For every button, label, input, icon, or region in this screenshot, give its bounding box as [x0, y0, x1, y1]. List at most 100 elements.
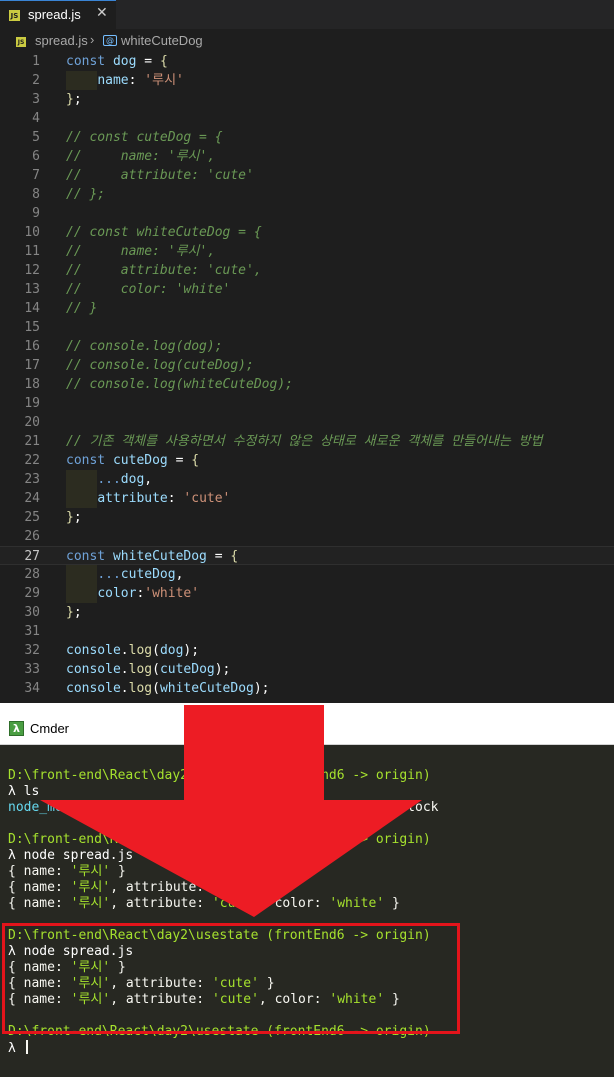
close-icon[interactable]: ✕ — [96, 5, 108, 21]
code-text: attribute: 'cute' — [66, 489, 230, 508]
code-line[interactable]: 15 — [0, 318, 614, 337]
terminal-token: spread.js — [234, 800, 322, 815]
terminal-token: λ node spread.js — [8, 944, 134, 959]
code-line[interactable]: 10 // const whiteCuteDog = { — [0, 223, 614, 242]
code-line[interactable]: 28 ...cuteDog, — [0, 565, 614, 584]
code-line[interactable]: 25}; — [0, 508, 614, 527]
code-line[interactable]: 11 // name: '루시', — [0, 242, 614, 261]
code-line[interactable]: 13 // color: 'white' — [0, 280, 614, 299]
code-line[interactable]: 14 // } — [0, 299, 614, 318]
code-line[interactable]: 30}; — [0, 603, 614, 622]
code-line[interactable]: 12 // attribute: 'cute', — [0, 261, 614, 280]
code-token: . — [120, 643, 129, 658]
code-line[interactable]: 6 // name: '루시', — [0, 147, 614, 166]
code-text: // 기존 객체를 사용하면서 수정하지 않은 상태로 새로운 객체를 만들어내… — [66, 432, 543, 451]
code-token: // color: 'white' — [66, 282, 231, 297]
code-line[interactable]: 23 ...dog, — [0, 470, 614, 489]
line-number: 1 — [32, 54, 40, 69]
code-line[interactable]: 7 // attribute: 'cute' — [0, 166, 614, 185]
code-line[interactable]: 1 const dog = { — [0, 52, 614, 71]
code-line[interactable]: 3}; — [0, 90, 614, 109]
line-number: 18 — [24, 377, 40, 392]
code-text: // console.log(cuteDog); — [66, 356, 254, 375]
code-text: // console.log(dog); — [66, 337, 223, 356]
tab-label: spread.js — [28, 7, 81, 22]
terminal-token: { name: — [8, 880, 71, 895]
terminal-token: } — [384, 896, 400, 911]
code-line[interactable]: 32 console.log(dog); — [0, 641, 614, 660]
terminal-token: '루시' — [70, 880, 111, 895]
code-text: console.log(whiteCuteDog); — [66, 679, 270, 698]
code-line[interactable]: 21 // 기존 객체를 사용하면서 수정하지 않은 상태로 새로운 객체를 만들… — [0, 432, 614, 451]
code-line[interactable]: 22 const cuteDog = { — [0, 451, 614, 470]
code-token: whiteCuteDog — [159, 681, 254, 696]
terminal-line: λ node spread.js — [8, 944, 608, 960]
text-cursor — [25, 1040, 28, 1054]
code-text: console.log(cuteDog); — [66, 660, 230, 679]
code-text: // const whiteCuteDog = { — [66, 223, 262, 242]
terminal-token: } — [110, 864, 126, 879]
code-token: // const whiteCuteDog = { — [66, 225, 262, 240]
code-token: } — [66, 510, 74, 525]
code-token: ); — [183, 643, 200, 658]
line-number: 31 — [24, 624, 40, 639]
code-line[interactable]: 29 color:'white' — [0, 584, 614, 603]
code-token: attribute — [97, 491, 168, 506]
terminal-line: D:\front-end\React\day2\usestate (frontE… — [8, 928, 608, 944]
code-area[interactable]: 1 const dog = {2 name: '루시' 3}; 4 5// const … — [0, 52, 614, 698]
terminal-token: } — [384, 992, 400, 1007]
terminal-token: 'cute' — [211, 992, 259, 1007]
code-token: dog — [159, 643, 184, 658]
terminal-token: '루시' — [70, 992, 111, 1007]
code-text: // }; — [66, 185, 105, 204]
code-token: = — [206, 549, 231, 564]
code-line[interactable]: 17 // console.log(cuteDog); — [0, 356, 614, 375]
line-number: 27 — [24, 549, 40, 564]
terminal-line: D:\front-end\React\day2\usestate (frontE… — [8, 832, 608, 848]
code-line[interactable]: 26 — [0, 527, 614, 546]
line-number: 4 — [32, 111, 40, 126]
code-line[interactable]: 24 attribute: 'cute' — [0, 489, 614, 508]
line-number: 6 — [32, 149, 40, 164]
line-number: 9 — [32, 206, 40, 221]
line-number: 20 — [24, 415, 40, 430]
code-line[interactable]: 31 — [0, 622, 614, 641]
terminal-token: 'cute' — [211, 976, 259, 991]
code-line[interactable]: 2 name: '루시' — [0, 71, 614, 90]
code-line[interactable]: 19 — [0, 394, 614, 413]
terminal-line: λ node spread.js — [8, 848, 608, 864]
code-token: log — [128, 662, 153, 677]
terminal-output[interactable]: D:\front-end\React\day2\usestate (frontE… — [8, 768, 608, 1056]
code-line[interactable]: 9 — [0, 204, 614, 223]
breadcrumb: JS spread.js › @ whiteCuteDog — [0, 29, 614, 52]
line-number: 15 — [24, 320, 40, 335]
terminal-token: λ node spread.js — [8, 848, 134, 863]
code-token: color — [97, 586, 137, 601]
code-text: // name: '루시', — [66, 147, 215, 166]
tab-spread-js[interactable]: JS spread.js ✕ — [0, 0, 116, 29]
terminal-token: } — [258, 880, 275, 895]
code-line[interactable]: 16 // console.log(dog); — [0, 337, 614, 356]
code-line[interactable]: 4 — [0, 109, 614, 128]
terminal-line: { name: '루시', attribute: 'cute', color: … — [8, 992, 608, 1008]
code-token: cuteDog — [159, 662, 215, 677]
window-title: Cmder — [30, 721, 70, 736]
code-text: const dog = { — [66, 52, 168, 71]
breadcrumb-file[interactable]: spread.js — [35, 33, 88, 48]
code-line[interactable]: 5 // const cuteDog = { — [0, 128, 614, 147]
terminal-token: } — [258, 976, 275, 991]
code-line[interactable]: 33 console.log(cuteDog); — [0, 660, 614, 679]
terminal-token: '루시' — [70, 976, 111, 991]
code-token: console — [66, 662, 121, 677]
breadcrumb-symbol[interactable]: whiteCuteDog — [121, 33, 203, 48]
code-line[interactable]: 20 — [0, 413, 614, 432]
terminal-token: '루시' — [70, 960, 111, 975]
code-line[interactable]: 18 // console.log(whiteCuteDog); — [0, 375, 614, 394]
terminal-token: , attribute: — [110, 976, 212, 991]
code-line[interactable]: 34 console.log(whiteCuteDog); — [0, 679, 614, 698]
code-line[interactable]: 27 const whiteCuteDog = { — [0, 546, 614, 565]
code-line[interactable]: 8 // }; — [0, 185, 614, 204]
